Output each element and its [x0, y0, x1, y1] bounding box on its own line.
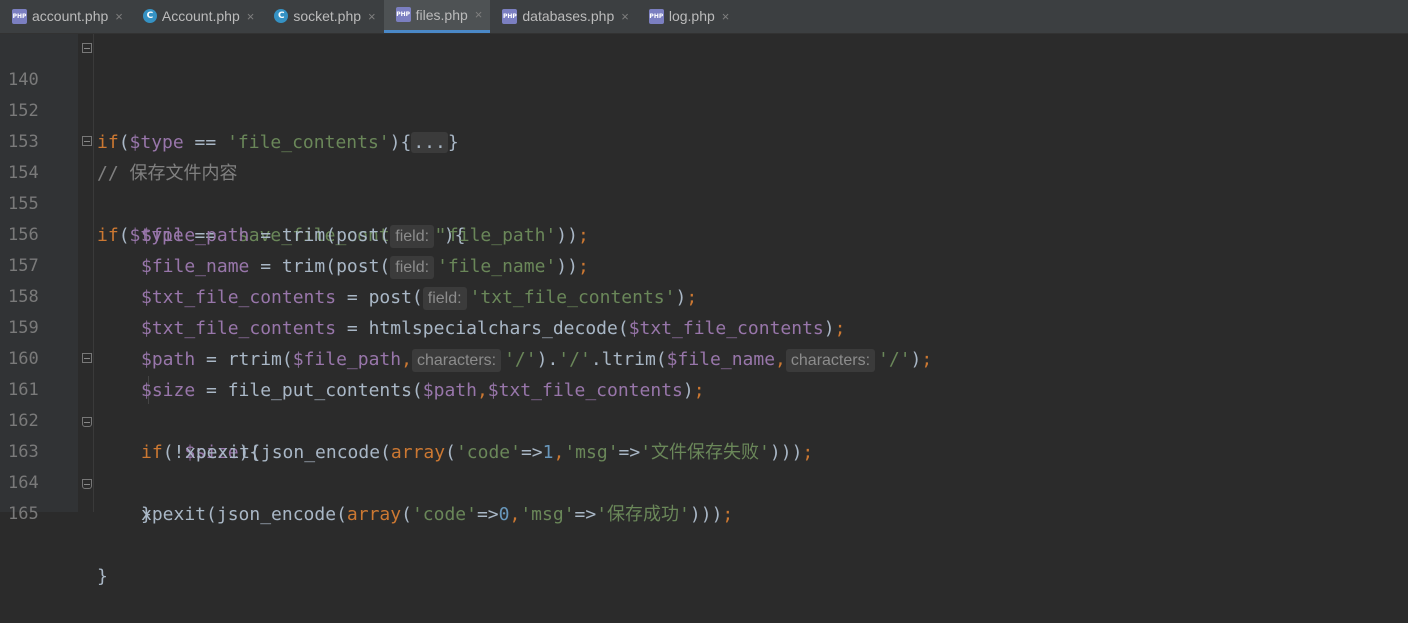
keyword: array: [346, 504, 402, 525]
punct: ))): [689, 504, 723, 525]
code-editor[interactable]: 140 if($type == 'file_contents'){...} 15…: [0, 34, 1408, 587]
string: 'code': [411, 504, 477, 525]
code-line-160: 160 $size = file_put_contents($path,$txt…: [0, 313, 1408, 401]
fold-end-icon[interactable]: [82, 417, 92, 427]
fold-collapse-icon[interactable]: [82, 136, 92, 146]
close-icon[interactable]: ×: [722, 9, 730, 24]
code-line-140: 140 if($type == 'file_contents'){...}: [0, 34, 1408, 153]
code-line-153: 153 // 保存文件内容: [0, 96, 1408, 184]
code-line-164: 164 xpexit(json_encode(array('code'=>0,'…: [0, 437, 1408, 525]
code-line-157: 157 $txt_file_contents = post(field:'txt…: [0, 220, 1408, 310]
code-line-154: 154 if($type == 'save_file_contents'){: [0, 127, 1408, 246]
fold-collapse-icon[interactable]: [82, 353, 92, 363]
semicolon: ;: [722, 504, 734, 525]
tab-files-php[interactable]: PHP files.php ×: [383, 0, 491, 33]
php-file-icon: PHP: [395, 7, 411, 22]
code-line-158: 158 $txt_file_contents = htmlspecialchar…: [0, 251, 1408, 339]
editor-tab-bar: PHP account.php × C Account.php × C sock…: [0, 0, 1408, 34]
tab-label: databases.php: [522, 8, 615, 24]
punct: (: [401, 504, 412, 525]
tab-databases-php[interactable]: PHP databases.php ×: [490, 0, 636, 33]
comma: ,: [509, 504, 521, 525]
close-icon[interactable]: ×: [475, 7, 483, 22]
code-line-155: 155 $file_path = trim(post(field:'file_p…: [0, 158, 1408, 248]
code-line-156: 156 $file_name = trim(post(field:'file_n…: [0, 189, 1408, 279]
tab-log-php[interactable]: PHP log.php ×: [637, 0, 738, 33]
code-line-165: 165 }: [0, 468, 1408, 587]
string: '保存成功': [596, 504, 690, 525]
tab-socket-php[interactable]: C socket.php ×: [262, 0, 383, 33]
php-class-icon: C: [142, 9, 157, 23]
operator: =>: [476, 504, 499, 525]
close-icon[interactable]: ×: [368, 9, 376, 24]
php-file-icon: PHP: [648, 8, 664, 24]
close-icon[interactable]: ×: [115, 9, 123, 24]
operator: =>: [574, 504, 597, 525]
string: 'msg': [520, 504, 575, 525]
close-icon[interactable]: ×: [621, 9, 629, 24]
code-line-159: 159 $path = rtrim($file_path, characters:…: [0, 282, 1408, 372]
tab-label: Account.php: [161, 8, 240, 24]
punct: }: [97, 566, 108, 587]
code-line-152: 152: [0, 65, 1408, 121]
php-file-icon: PHP: [502, 8, 518, 24]
tab-account-php[interactable]: PHP account.php ×: [0, 0, 131, 33]
fold-expand-icon[interactable]: [82, 43, 92, 53]
line-number: 165: [8, 504, 39, 524]
tab-account-class-php[interactable]: C Account.php ×: [131, 0, 262, 33]
tab-label: log.php: [668, 8, 715, 24]
code-text: xpexit(json_encode(: [141, 504, 347, 525]
tab-label: socket.php: [293, 8, 362, 24]
php-class-icon: C: [274, 9, 289, 23]
fold-end-icon[interactable]: [82, 479, 92, 489]
tab-label: files.php: [415, 6, 468, 23]
close-icon[interactable]: ×: [247, 9, 255, 24]
code-line-163: 163 }: [0, 406, 1408, 525]
code-line-161: 161 if(!$size){: [0, 344, 1408, 463]
php-file-icon: PHP: [12, 8, 27, 24]
tab-label: account.php: [32, 8, 109, 24]
code-line-162: 162 xpexit(json_encode(array('code'=>1,'…: [0, 375, 1408, 463]
number: 0: [498, 504, 510, 525]
